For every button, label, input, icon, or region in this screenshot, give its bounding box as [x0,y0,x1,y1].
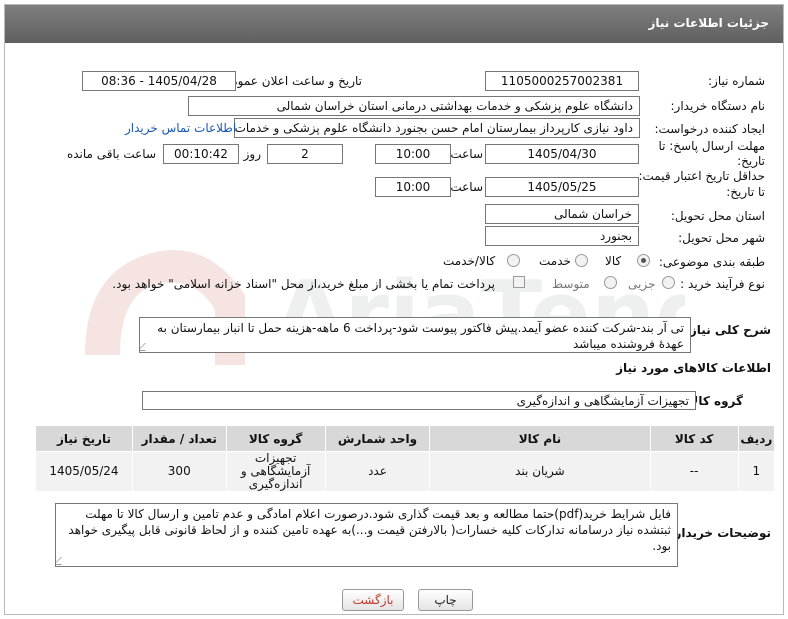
cell-item-code: -- [649,451,739,492]
validity-time-label: ساعت [450,180,483,194]
page-title: جزئیات اطلاعات نیاز [648,16,769,30]
cell-item-group: تجهیزات آزمایشگاهی و اندازه‌گیری [225,451,326,492]
deadline-time-field: 10:00 [375,144,451,164]
category-goods-radio[interactable] [637,254,650,267]
category-both-label: کالا/خدمت [443,254,496,268]
buyer-org-label: نام دستگاه خریدار: [670,99,766,113]
print-button[interactable]: چاپ [418,589,473,611]
buyer-notes-text: فایل شرایط خرید(pdf)حتما مطالعه و بعد قی… [68,507,671,553]
buyer-notes-label: توضیحات خریدار: [669,526,771,540]
validity-date-field: 1405/05/25 [485,177,639,197]
items-table: ردیف کد کالا نام کالا واحد شمارش گروه کا… [35,425,776,492]
col-header-row-number: ردیف [737,425,776,452]
cell-quantity: 300 [131,451,227,492]
buyer-org-field: دانشگاه علوم پزشکی و خدمات بهداشتی درمان… [188,96,640,116]
need-number-label: شماره نیاز: [708,74,765,88]
deadline-time-label: ساعت [450,147,483,161]
table-row[interactable]: 1 -- شریان بند عدد تجهیزات آزمایشگاهی و … [35,451,776,492]
cell-need-date: 1405/05/24 [35,451,133,492]
city-label: شهر محل تحویل: [678,231,765,245]
deadline-days-field: 2 [267,144,343,164]
col-header-quantity: تعداد / مقدار [131,425,227,452]
requester-label: ایجاد کننده درخواست: [654,122,765,136]
title-bar: جزئیات اطلاعات نیاز [5,5,783,43]
announce-datetime-field: 1405/04/28 - 08:36 [82,71,236,91]
buyer-notes-field: فایل شرایط خرید(pdf)حتما مطالعه و بعد قی… [55,503,678,567]
col-header-item-group: گروه کالا [225,425,326,452]
category-label: طبقه بندی موضوعی: [658,255,765,269]
goods-group-field: تجهیزات آزمایشگاهی و اندازه‌گیری [142,391,696,410]
requester-field: داود نیازی کارپرداز بیمارستان امام حسن ب… [234,118,640,138]
purchase-small-label: جزیی [628,277,656,291]
city-field: بجنورد [485,226,639,246]
deadline-label-line1: مهلت ارسال پاسخ: تا [658,139,765,153]
treasury-payment-note: پرداخت تمام یا بخشی از مبلغ خرید،از محل … [112,277,495,291]
resize-grip-icon[interactable] [140,343,153,351]
col-header-unit: واحد شمارش [324,425,431,452]
description-label: شرح کلی نیاز: [685,323,771,337]
category-service-radio[interactable] [575,254,588,267]
col-header-item-code: کد کالا [649,425,739,452]
category-service-label: خدمت [539,254,571,268]
cell-row-number: 1 [737,451,776,492]
province-label: استان محل تحویل: [670,209,765,223]
need-number-field: 1105000257002381 [485,71,639,91]
buyer-contact-link[interactable]: اطلاعات تماس خریدار [125,121,236,135]
page-frame: جزئیات اطلاعات نیاز AriaTender.net شماره… [4,4,784,615]
purchase-medium-label: متوسط [552,277,590,291]
goods-section-title: اطلاعات کالاهای مورد نیاز [616,361,771,375]
description-field: تی آر بند-شرکت کننده عضو آیمد.پیش فاکتور… [139,317,691,353]
category-goods-label: کالا [605,254,622,268]
deadline-date-field: 1405/04/30 [485,144,639,164]
purchase-medium-radio[interactable] [604,276,617,289]
announce-datetime-label: تاریخ و ساعت اعلان عمومی: [217,74,362,88]
description-text: تی آر بند-شرکت کننده عضو آیمد.پیش فاکتور… [157,321,684,351]
resize-grip-icon[interactable] [56,557,69,565]
remaining-time-field: 00:10:42 [163,144,239,164]
validity-label-line1: حداقل تاریخ اعتبار قیمت: [638,169,765,183]
purchase-small-radio[interactable] [662,276,675,289]
cell-unit: عدد [324,451,431,492]
category-both-radio[interactable] [507,254,520,267]
back-button[interactable]: بازگشت [342,589,404,611]
validity-time-field: 10:00 [375,177,451,197]
col-header-need-date: تاریخ نیاز [35,425,133,452]
cell-item-name: شریان بند [429,451,651,492]
treasury-payment-checkbox[interactable] [513,276,525,288]
table-header-row: ردیف کد کالا نام کالا واحد شمارش گروه کا… [35,425,776,452]
validity-label-line2: تا تاریخ: [726,185,765,199]
deadline-label-line2: تاریخ: [737,154,765,168]
purchase-type-label: نوع فرآیند خرید : [680,277,765,291]
province-field: خراسان شمالی [485,204,639,224]
remaining-time-label: ساعت باقی مانده [66,147,156,161]
col-header-item-name: نام کالا [429,425,651,452]
